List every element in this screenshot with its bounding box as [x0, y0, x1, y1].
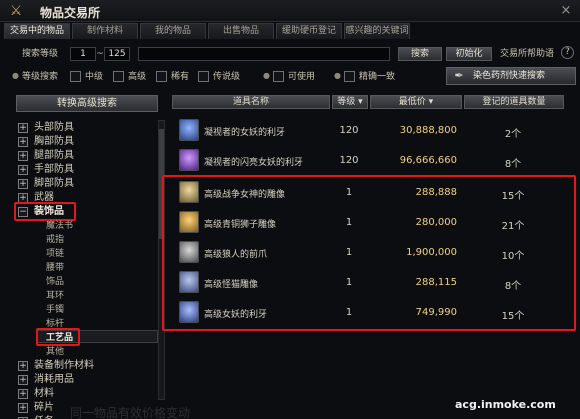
search-button[interactable]: 搜索	[398, 47, 442, 61]
subcategory-ornament[interactable]: 饰品	[46, 275, 64, 289]
search-input[interactable]	[138, 47, 390, 61]
checkbox-high-grade[interactable]	[113, 71, 124, 82]
expand-icon[interactable]: +	[18, 137, 28, 147]
tab-my-items[interactable]: 我的物品	[140, 23, 206, 39]
dye-quick-search-button[interactable]: ✒ 染色药剂快速搜索	[446, 67, 576, 85]
sort-down-icon: ▾	[428, 97, 434, 107]
dye-bottle-icon: ✒	[454, 69, 464, 82]
grade-search-label: 等级搜索	[22, 72, 59, 82]
grade-option-legendary: 传说级	[213, 72, 241, 82]
subcategory-bracelet[interactable]: 手镯	[46, 303, 64, 317]
background-faded-text: 同一物品有效价格变动	[70, 406, 191, 419]
checkbox-rare[interactable]	[156, 71, 167, 82]
exchange-help-link[interactable]: 交易所帮助语	[500, 47, 554, 61]
search-level-label: 搜索等级	[22, 49, 59, 59]
grade-option-high: 高级	[128, 72, 147, 82]
reset-button[interactable]: 初始化	[446, 47, 492, 61]
column-header-name[interactable]: 道具名称	[172, 95, 330, 109]
expand-icon[interactable]: +	[18, 151, 28, 161]
bullet-icon: ●	[334, 71, 341, 80]
shining-fang-item-icon	[179, 149, 199, 171]
checkbox-legendary[interactable]	[198, 71, 209, 82]
category-panel: 转换高级搜索 + 头部防具 + 胸部防具 + 腿部防具 + 手部防具 + 脚部防…	[10, 94, 168, 419]
item-table: 道具名称 等级 ▾ 最低价 ▾ 登记的道具数量 凝视者的女妖的利牙 120 30…	[162, 95, 576, 419]
checkbox-mid-grade[interactable]	[70, 71, 81, 82]
expand-icon[interactable]: +	[18, 165, 28, 175]
expand-icon[interactable]: +	[18, 123, 28, 133]
subcategory-ring[interactable]: 戒指	[46, 233, 64, 247]
option-exact-match: 精确一致	[359, 72, 396, 82]
table-row[interactable]: 凝视者的女妖的利牙 120 30,888,800 2个	[172, 117, 562, 147]
column-header-quantity[interactable]: 登记的道具数量	[464, 95, 564, 109]
sort-down-icon: ▾	[358, 97, 363, 107]
tab-trading-items[interactable]: 交易中的物品	[4, 23, 70, 39]
subcategory-spellbook[interactable]: 魔法书	[46, 219, 73, 233]
highlight-crafted-items	[162, 175, 576, 331]
fang-item-icon	[179, 119, 199, 141]
checkbox-exact-match[interactable]	[344, 71, 355, 82]
grade-option-mid: 中级	[85, 72, 104, 82]
table-row[interactable]: 凝视者的闪亮女妖的利牙 120 96,666,660 8个	[172, 147, 562, 177]
level-max-input[interactable]: 125	[104, 47, 130, 61]
grade-option-rare: 稀有	[171, 72, 190, 82]
expand-icon[interactable]: +	[18, 375, 28, 385]
column-header-price[interactable]: 最低价 ▾	[370, 95, 462, 109]
sword-logo-icon: ⚔	[9, 3, 23, 19]
subcategory-earring[interactable]: 耳环	[46, 289, 64, 303]
expand-icon[interactable]: +	[18, 389, 28, 399]
window-title: 物品交易所	[40, 6, 101, 20]
column-header-level[interactable]: 等级 ▾	[332, 95, 368, 109]
level-separator: ~	[96, 49, 104, 59]
subcategory-necklace[interactable]: 项链	[46, 247, 64, 261]
subcategory-other[interactable]: 其他	[46, 345, 64, 359]
subcategory-belt[interactable]: 腰带	[46, 261, 64, 275]
search-row: 搜索等级 1 ~ 125 搜索 初始化 交易所帮助语 ?	[0, 45, 580, 63]
option-usable: 可使用	[288, 72, 316, 82]
advanced-search-button[interactable]: 转换高级搜索	[16, 95, 158, 112]
title-bar: ⚔ 物品交易所 ×	[0, 0, 580, 22]
expand-icon[interactable]: +	[18, 179, 28, 189]
tab-crafting-materials[interactable]: 制作材料	[72, 23, 138, 39]
bullet-icon: ●	[263, 71, 270, 80]
highlight-craftwork	[36, 328, 80, 346]
dye-quick-search-label: 染色药剂快速搜索	[473, 71, 546, 81]
expand-icon[interactable]: +	[18, 403, 28, 413]
help-icon[interactable]: ?	[561, 46, 574, 59]
expand-icon[interactable]: +	[18, 361, 28, 371]
level-min-input[interactable]: 1	[70, 47, 96, 61]
checkbox-usable[interactable]	[273, 71, 284, 82]
tab-keywords[interactable]: 感兴趣的关键词	[344, 23, 410, 39]
tab-coin-registration[interactable]: 缓助硬币登记	[276, 23, 342, 39]
site-watermark: acg.inmoke.com	[455, 398, 556, 411]
tab-bar: 交易中的物品 制作材料 我的物品 出售物品 缓助硬币登记 感兴趣的关键词	[4, 23, 576, 39]
bullet-icon: ●	[12, 71, 19, 80]
close-button[interactable]: ×	[558, 3, 574, 19]
tab-sell-items[interactable]: 出售物品	[208, 23, 274, 39]
